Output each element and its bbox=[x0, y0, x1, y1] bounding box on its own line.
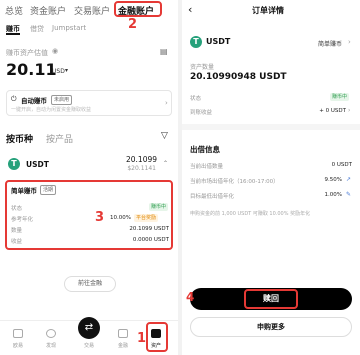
product-card[interactable]: 简单赚币 活期 状态 赚币中 参考年化 10.00% 平台奖励 数量 20.10… bbox=[5, 180, 173, 250]
discover-icon[interactable] bbox=[46, 329, 56, 338]
edit-icon[interactable]: ✎ bbox=[346, 191, 351, 198]
right-panel-order-detail: ‹ 订单详情 T USDT 简单赚币 › 资产数量 20.10990948 US… bbox=[182, 0, 360, 355]
tab-funding-account[interactable]: 资金账户 bbox=[30, 4, 66, 17]
section-divider bbox=[182, 124, 360, 130]
auto-earn-card[interactable]: ⏻ 自动赚币 未启用 一键开启，自动为闲置资金赚取收益 › bbox=[6, 90, 172, 116]
annotation-2: 2 bbox=[128, 17, 138, 32]
highlight-assets-nav bbox=[146, 322, 168, 352]
annotation-4: 4 bbox=[186, 290, 195, 304]
filter-icon[interactable]: ▽ bbox=[161, 131, 168, 141]
accrued-label: 到账收益 bbox=[190, 110, 213, 116]
market-rate-label: 当前市场出借年化（16:00-17:00） bbox=[190, 179, 279, 185]
go-finance-button[interactable]: 前往金融 bbox=[64, 276, 116, 292]
holding-value: 20.10990948 USDT bbox=[190, 72, 287, 82]
status-badge: 赚币中 bbox=[149, 203, 169, 211]
auto-earn-badge: 未启用 bbox=[51, 95, 73, 105]
group-tab-by-product[interactable]: 按产品 bbox=[46, 132, 73, 145]
subtab-loan[interactable]: 借贷 bbox=[30, 24, 44, 34]
coin-symbol: USDT bbox=[26, 160, 49, 169]
row-apy-label: 参考年化 bbox=[11, 217, 34, 223]
back-arrow-icon[interactable]: ‹ bbox=[188, 3, 192, 16]
asset-value: 20.11 bbox=[6, 60, 57, 79]
asset-unit[interactable]: USD bbox=[52, 68, 65, 75]
toggle-icon: ⏻ bbox=[11, 95, 17, 103]
annotation-3: 3 bbox=[95, 210, 105, 225]
screenshot-root: 总览 资金账户 交易账户 金融账户 2 赚币 借贷 Jumpstart 赚币资产… bbox=[0, 0, 360, 355]
left-panel-earn-overview: 总览 资金账户 交易账户 金融账户 2 赚币 借贷 Jumpstart 赚币资产… bbox=[0, 0, 178, 355]
status-badge: 赚币中 bbox=[330, 93, 350, 101]
auto-earn-label: 自动赚币 bbox=[21, 97, 47, 105]
product-tag: 活期 bbox=[40, 185, 57, 195]
status-label: 状态 bbox=[190, 96, 202, 102]
auto-earn-desc: 一键开启，自动为闲置资金赚取收益 bbox=[11, 107, 92, 113]
usdt-coin-icon: T bbox=[190, 36, 202, 48]
lending-amount-value: 0 USDT bbox=[331, 162, 352, 168]
lending-amount-label: 当前出借数量 bbox=[190, 164, 224, 170]
coin-amount-usd: $20.1141 bbox=[127, 165, 156, 172]
row-profit-label: 收益 bbox=[11, 239, 23, 245]
subtab-jumpstart[interactable]: Jumpstart bbox=[52, 24, 86, 32]
coin-symbol: USDT bbox=[206, 37, 231, 46]
coin-amount: 20.1099 bbox=[126, 155, 158, 164]
trend-icon[interactable]: ↗ bbox=[346, 176, 351, 183]
trade-swap-icon[interactable]: ⇄ bbox=[78, 317, 100, 339]
section-lending-title: 出借信息 bbox=[190, 145, 220, 154]
platform-reward-badge: 平台奖励 bbox=[134, 214, 159, 222]
subtab-underline bbox=[6, 33, 20, 35]
chevron-up-icon[interactable]: ⌃ bbox=[163, 160, 168, 167]
nav-label-discover: 发现 bbox=[45, 343, 56, 349]
annotation-1: 1 bbox=[137, 331, 147, 346]
row-amount-label: 数量 bbox=[11, 228, 23, 234]
min-rate-value: 1.00% bbox=[324, 192, 342, 198]
finance-icon[interactable] bbox=[118, 329, 128, 338]
row-status-label: 状态 bbox=[11, 206, 23, 212]
asset-label: 赚币资产估值 bbox=[6, 49, 48, 57]
home-icon[interactable] bbox=[13, 329, 23, 338]
accrued-value: + 0 USDT bbox=[319, 108, 346, 114]
market-rate-value: 9.50% bbox=[324, 177, 342, 183]
subscribe-more-button[interactable]: 申购更多 bbox=[190, 317, 352, 337]
chevron-right-icon: › bbox=[165, 99, 168, 107]
chevron-right-icon[interactable]: › bbox=[348, 38, 351, 46]
reward-note: 申购资金的前 1,000 USDT 可赚取 10.00% 奖励年化 bbox=[190, 211, 311, 217]
chevron-right-icon[interactable]: › bbox=[348, 107, 350, 114]
eye-icon[interactable]: ◉ bbox=[52, 47, 58, 55]
row-apy-value: 10.00% bbox=[110, 215, 131, 221]
product-type: 简单赚币 bbox=[318, 41, 343, 48]
group-tab-by-coin[interactable]: 按币种 bbox=[6, 132, 33, 145]
tab-trading-account[interactable]: 交易账户 bbox=[74, 4, 110, 17]
highlight-finance-tab bbox=[114, 1, 162, 17]
nav-label-trade: 交易 bbox=[83, 343, 94, 349]
holding-label: 资产数量 bbox=[190, 64, 215, 71]
tab-overview[interactable]: 总览 bbox=[5, 4, 23, 17]
page-title: 订单详情 bbox=[252, 6, 284, 15]
row-amount-value: 20.1099 USDT bbox=[129, 226, 169, 232]
chevron-down-icon[interactable]: ▾ bbox=[65, 67, 68, 74]
nav-label-home: 欧易 bbox=[12, 343, 23, 349]
nav-label-finance: 金融 bbox=[117, 343, 128, 349]
usdt-coin-icon: T bbox=[8, 158, 20, 170]
document-icon[interactable]: ▤ bbox=[160, 47, 168, 56]
row-profit-value: 0.0000 USDT bbox=[132, 237, 169, 243]
product-name: 简单赚币 bbox=[11, 187, 37, 195]
highlight-redeem-button bbox=[244, 289, 298, 309]
min-rate-label: 目标最低出借年化 bbox=[190, 194, 235, 200]
